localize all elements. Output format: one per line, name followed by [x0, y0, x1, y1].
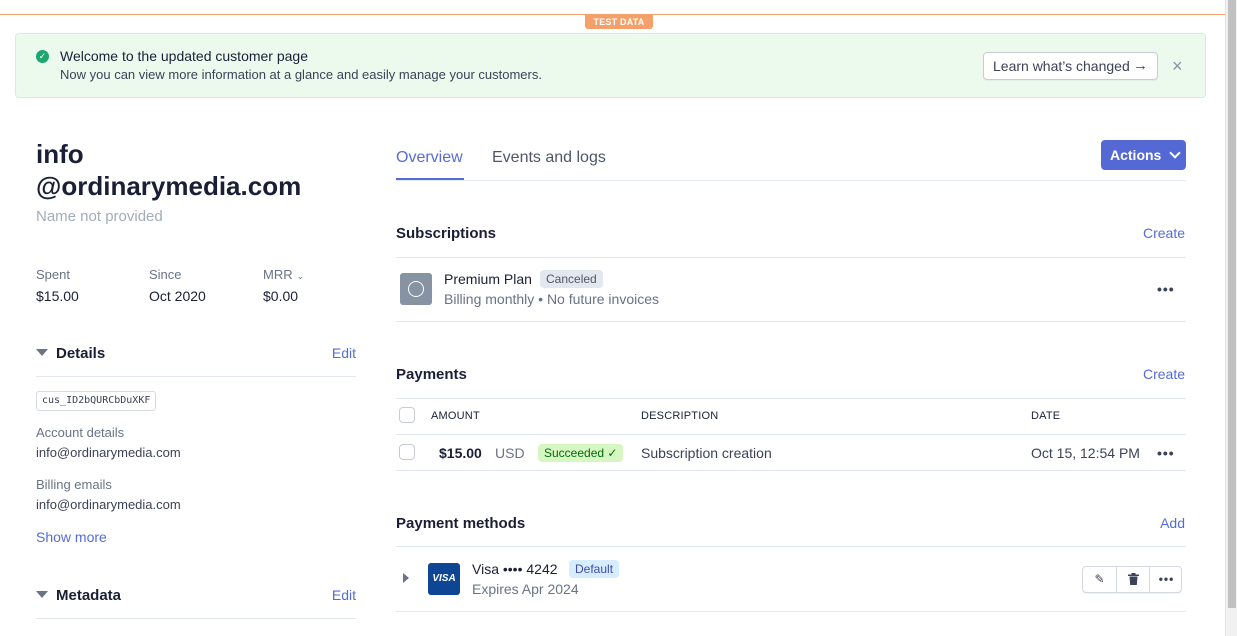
chevron-down-icon: ⌄ — [296, 271, 305, 281]
stat-value: $0.00 — [263, 288, 299, 304]
payments-title: Payments — [396, 366, 467, 383]
subscriptions-create-link[interactable]: Create — [1143, 225, 1185, 241]
default-badge: Default — [569, 560, 620, 578]
test-data-badge: TEST DATA — [585, 15, 653, 29]
expand-triangle-icon[interactable] — [403, 573, 409, 583]
metadata-section-header[interactable]: Metadata Edit — [36, 587, 356, 611]
payment-methods-divider — [396, 546, 1186, 547]
collapse-triangle-icon[interactable] — [36, 349, 48, 356]
payment-date: Oct 15, 12:54 PM — [1031, 445, 1140, 461]
subscription-more-button[interactable]: ••• — [1157, 281, 1175, 297]
chevron-down-icon — [1169, 147, 1181, 159]
column-header-date: DATE — [1031, 410, 1061, 422]
active-tab-indicator — [396, 178, 464, 180]
stat-spent: Spent $15.00 — [36, 267, 79, 304]
more-options-icon[interactable]: ••• — [1150, 567, 1183, 592]
customer-email-title: info @ordinarymedia.com — [36, 138, 356, 202]
welcome-banner: ✓ Welcome to the updated customer page N… — [15, 33, 1206, 98]
banner-title: Welcome to the updated customer page — [60, 48, 309, 64]
subscriptions-divider — [396, 257, 1186, 258]
email-line-2: @ordinarymedia.com — [36, 171, 302, 201]
column-header-amount: AMOUNT — [431, 410, 480, 422]
success-check-icon: ✓ — [36, 50, 49, 63]
scrollbar-thumb[interactable] — [1228, 0, 1236, 608]
payment-currency: USD — [495, 445, 525, 461]
learn-button-label: Learn what’s changed — [993, 58, 1130, 74]
stat-since: Since Oct 2020 — [149, 267, 206, 304]
account-details-label: Account details — [36, 425, 125, 440]
close-icon[interactable]: × — [1172, 54, 1183, 78]
column-header-description: DESCRIPTION — [641, 410, 719, 422]
plan-name[interactable]: Premium Plan — [444, 271, 532, 287]
details-title: Details — [56, 345, 106, 362]
actions-label: Actions — [1110, 147, 1162, 163]
edit-pencil-icon[interactable]: ✎ — [1083, 567, 1116, 592]
payments-header-divider — [396, 434, 1186, 435]
tab-overview[interactable]: Overview — [396, 149, 463, 167]
card-label: Visa •••• 4242 — [472, 561, 558, 577]
payment-methods-add-link[interactable]: Add — [1160, 515, 1185, 531]
select-all-checkbox[interactable] — [399, 407, 415, 423]
payments-create-link[interactable]: Create — [1143, 366, 1185, 382]
metadata-divider — [36, 618, 356, 619]
row-checkbox[interactable] — [399, 444, 415, 460]
status-badge: Succeeded ✓ — [538, 444, 624, 462]
learn-whats-changed-button[interactable]: Learn what’s changed → — [983, 52, 1158, 80]
details-section-header[interactable]: Details Edit — [36, 345, 356, 369]
billing-emails-value: info@ordinarymedia.com — [36, 497, 181, 512]
visa-card-icon: VISA — [428, 563, 460, 595]
trash-icon[interactable] — [1117, 567, 1150, 592]
show-more-link[interactable]: Show more — [36, 529, 107, 545]
card-expiry: Expires Apr 2024 — [472, 581, 579, 597]
metadata-edit-link[interactable]: Edit — [332, 587, 356, 603]
arrow-right-icon: → — [1133, 57, 1148, 74]
metadata-title: Metadata — [56, 587, 122, 604]
actions-button[interactable]: Actions — [1101, 140, 1186, 170]
plan-subtitle: Billing monthly • No future invoices — [444, 291, 659, 307]
billing-emails-label: Billing emails — [36, 477, 112, 492]
details-divider — [36, 376, 356, 377]
email-line-1: info — [36, 139, 84, 169]
payment-more-button[interactable]: ••• — [1157, 445, 1175, 461]
payments-divider — [396, 398, 1186, 399]
collapse-triangle-icon[interactable] — [36, 591, 48, 598]
tabs-divider — [396, 180, 1186, 181]
customer-id[interactable]: cus_ID2bQURCbDuXKF — [36, 391, 157, 411]
page-scrollbar[interactable] — [1225, 0, 1237, 636]
stat-mrr[interactable]: MRR ⌄ $0.00 — [263, 267, 304, 304]
banner-description: Now you can view more information at a g… — [60, 67, 542, 82]
payments-bottom-divider — [396, 470, 1186, 471]
customer-name: Name not provided — [36, 208, 163, 225]
card-action-buttons: ✎ ••• — [1082, 566, 1182, 593]
stat-value: $15.00 — [36, 288, 79, 304]
subscriptions-title: Subscriptions — [396, 225, 497, 242]
tab-events-and-logs[interactable]: Events and logs — [492, 149, 606, 167]
details-edit-link[interactable]: Edit — [332, 345, 356, 361]
plan-icon — [400, 273, 432, 305]
mrr-label: MRR — [263, 267, 293, 282]
stat-label: Spent — [36, 267, 70, 282]
payment-methods-title: Payment methods — [396, 515, 526, 532]
stat-label: Since — [149, 267, 182, 282]
payment-methods-bottom-divider — [396, 611, 1186, 612]
payment-amount: $15.00 — [439, 445, 482, 461]
status-badge: Canceled — [540, 270, 603, 288]
stat-value: Oct 2020 — [149, 288, 206, 304]
stat-label[interactable]: MRR ⌄ — [263, 267, 304, 282]
subscriptions-bottom-divider — [396, 321, 1186, 322]
payment-description: Subscription creation — [641, 445, 772, 461]
account-details-value: info@ordinarymedia.com — [36, 445, 181, 460]
